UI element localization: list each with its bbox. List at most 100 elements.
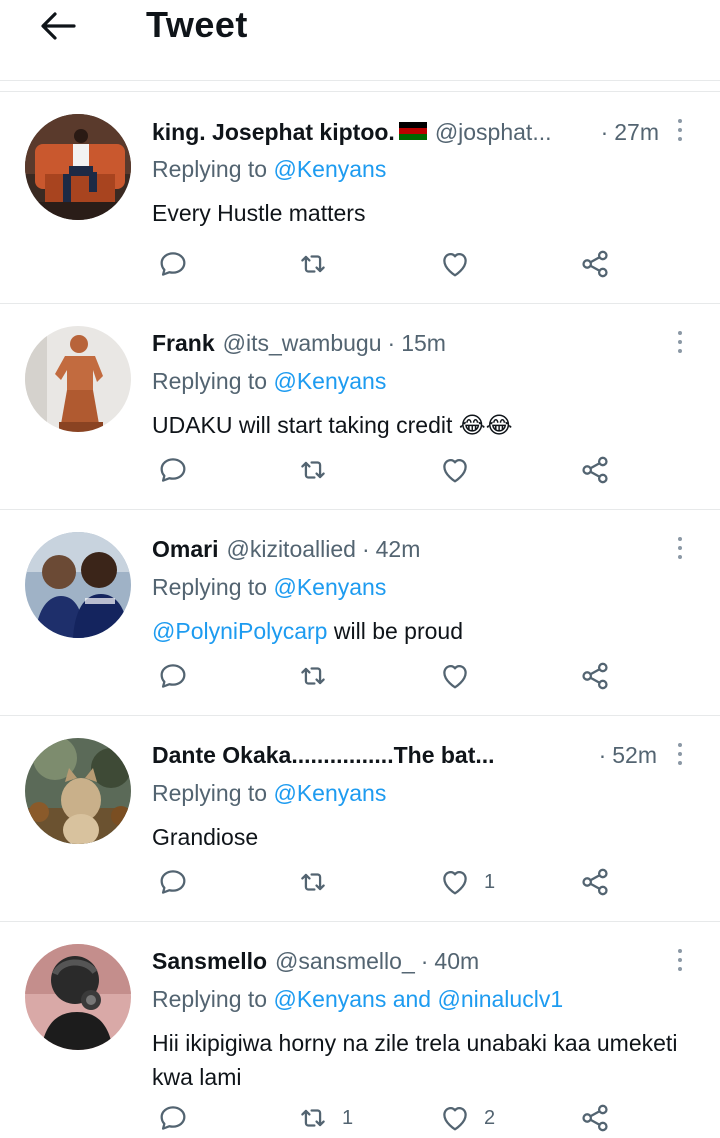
mention-link[interactable]: @PolyniPolycarp <box>152 618 327 644</box>
tweet-header: king. Josephat kiptoo. @josphat... · 27m <box>152 118 677 146</box>
tweet-text: Every Hustle matters <box>152 200 366 226</box>
share-button[interactable] <box>578 862 612 902</box>
share-button[interactable] <box>578 1098 612 1138</box>
more-options-icon[interactable] <box>670 532 690 566</box>
retweet-button[interactable] <box>296 862 342 902</box>
kenya-flag-icon <box>398 120 427 142</box>
retweet-count: 1 <box>342 1106 354 1129</box>
action-bar: 1 2 <box>152 1098 672 1138</box>
like-count: 1 <box>484 870 496 893</box>
avatar[interactable] <box>25 326 131 432</box>
timestamp[interactable]: 52m <box>612 742 657 769</box>
more-options-icon[interactable] <box>670 326 690 360</box>
heart-icon <box>438 865 472 899</box>
display-name[interactable]: Sansmello <box>152 948 267 975</box>
share-icon <box>578 453 612 487</box>
like-button[interactable] <box>438 656 484 696</box>
display-name[interactable]: Frank <box>152 330 215 357</box>
like-button[interactable]: 2 <box>438 1098 495 1138</box>
share-button[interactable] <box>578 244 612 284</box>
tweet-text: Hii ikipigiwa horny na zile trela unabak… <box>152 1030 678 1090</box>
more-options-icon[interactable] <box>670 738 690 772</box>
retweet-icon <box>296 659 330 693</box>
action-bar <box>152 450 672 490</box>
avatar[interactable] <box>25 114 131 220</box>
reply-button[interactable] <box>156 450 190 490</box>
like-button[interactable]: 1 <box>438 862 495 902</box>
divider <box>0 81 720 92</box>
retweet-button[interactable] <box>296 656 342 696</box>
display-name[interactable]: king. Josephat kiptoo. <box>152 119 395 146</box>
more-options-icon[interactable] <box>670 114 690 148</box>
retweet-button[interactable] <box>296 450 342 490</box>
reply-tweet[interactable]: Frank @its_wambugu · 15m Replying to @Ke… <box>0 304 720 510</box>
replying-to: Replying to @Kenyans <box>152 156 386 183</box>
replying-to: Replying to @Kenyans <box>152 780 386 807</box>
tweet-header: Sansmello @sansmello_ · 40m <box>152 948 677 975</box>
user-handle[interactable]: @kizitoallied <box>226 536 355 563</box>
top-bar: Tweet <box>0 0 720 81</box>
retweet-icon <box>296 1101 330 1135</box>
share-button[interactable] <box>578 656 612 696</box>
like-button[interactable] <box>438 244 484 284</box>
mention-link[interactable]: @Kenyans <box>273 780 386 806</box>
reply-button[interactable] <box>156 656 190 696</box>
display-name[interactable]: Dante Okaka................The bat... <box>152 742 495 769</box>
retweet-icon <box>296 247 330 281</box>
replying-label: Replying to <box>152 780 268 806</box>
user-handle[interactable]: @josphat... <box>435 119 552 146</box>
reply-tweet[interactable]: Dante Okaka................The bat... · … <box>0 716 720 922</box>
reply-button[interactable] <box>156 1098 190 1138</box>
reply-icon <box>156 865 190 899</box>
user-handle[interactable]: @its_wambugu <box>223 330 382 357</box>
mention-link[interactable]: @Kenyans and @ninaluclv1 <box>273 986 563 1012</box>
timestamp[interactable]: 27m <box>614 119 659 146</box>
avatar[interactable] <box>25 532 131 638</box>
like-button[interactable] <box>438 450 484 490</box>
tweet-header: Frank @its_wambugu · 15m <box>152 330 677 357</box>
reply-icon <box>156 247 190 281</box>
tweet-text: UDAKU will start taking credit 😂😂 <box>152 412 513 438</box>
share-button[interactable] <box>578 450 612 490</box>
replying-label: Replying to <box>152 574 268 600</box>
reply-button[interactable] <box>156 862 190 902</box>
replying-to: Replying to @Kenyans <box>152 368 386 395</box>
more-options-icon[interactable] <box>670 944 690 978</box>
separator-dot: · <box>420 948 429 974</box>
share-icon <box>578 865 612 899</box>
timestamp[interactable]: 40m <box>434 948 479 975</box>
mention-link[interactable]: @Kenyans <box>273 156 386 182</box>
avatar[interactable] <box>25 944 131 1050</box>
reply-icon <box>156 453 190 487</box>
retweet-button[interactable]: 1 <box>296 1098 353 1138</box>
replying-label: Replying to <box>152 986 268 1012</box>
mention-link[interactable]: @Kenyans <box>273 368 386 394</box>
retweet-button[interactable] <box>296 244 342 284</box>
reply-tweet[interactable]: Sansmello @sansmello_ · 40m Replying to … <box>0 922 720 1134</box>
reply-tweet[interactable]: Omari @kizitoallied · 42m Replying to @K… <box>0 510 720 716</box>
display-name[interactable]: Omari <box>152 536 218 563</box>
heart-icon <box>438 453 472 487</box>
timestamp[interactable]: 15m <box>401 330 446 357</box>
replying-label: Replying to <box>152 156 268 182</box>
retweet-icon <box>296 865 330 899</box>
tweet-text: @PolyniPolycarp will be proud <box>152 614 692 648</box>
share-icon <box>578 1101 612 1135</box>
user-handle[interactable]: @sansmello_ <box>275 948 415 975</box>
separator-dot: · <box>600 119 609 145</box>
back-arrow-icon[interactable] <box>38 8 78 44</box>
replying-to: Replying to @Kenyans and @ninaluclv1 <box>152 986 563 1013</box>
timestamp[interactable]: 42m <box>376 536 421 563</box>
heart-icon <box>438 659 472 693</box>
reply-button[interactable] <box>156 244 190 284</box>
reply-icon <box>156 659 190 693</box>
action-bar: 1 <box>152 862 672 902</box>
reply-tweet[interactable]: king. Josephat kiptoo. @josphat... · 27m… <box>0 92 720 304</box>
retweet-icon <box>296 453 330 487</box>
replying-to: Replying to @Kenyans <box>152 574 386 601</box>
avatar[interactable] <box>25 738 131 844</box>
share-icon <box>578 247 612 281</box>
separator-dot: · <box>598 742 607 768</box>
action-bar <box>152 656 672 696</box>
mention-link[interactable]: @Kenyans <box>273 574 386 600</box>
